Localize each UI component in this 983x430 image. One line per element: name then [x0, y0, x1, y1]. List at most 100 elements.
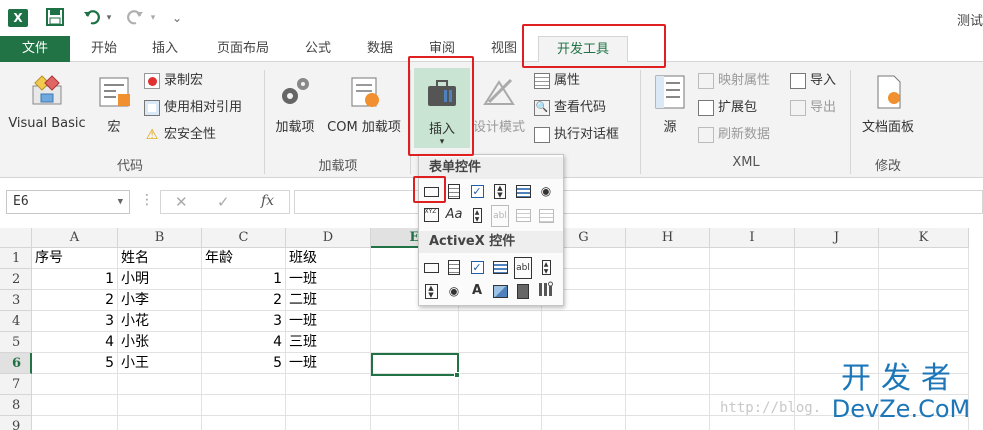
- cell-j5[interactable]: [795, 332, 879, 353]
- cell-k3[interactable]: [879, 290, 969, 311]
- cell-g7[interactable]: [542, 374, 626, 395]
- tab-file[interactable]: 文件: [0, 36, 70, 62]
- cell-i1[interactable]: [710, 248, 795, 269]
- cell-j1[interactable]: [795, 248, 879, 269]
- row-header-4[interactable]: 4: [0, 311, 32, 332]
- active-cell-e6[interactable]: [371, 353, 459, 376]
- column-header-c[interactable]: C: [202, 228, 286, 248]
- activex-checkbox-icon[interactable]: ✓: [467, 257, 487, 277]
- column-header-h[interactable]: H: [626, 228, 710, 248]
- row-header-1[interactable]: 1: [0, 248, 32, 269]
- cell-a5[interactable]: 4: [32, 332, 118, 353]
- column-header-d[interactable]: D: [286, 228, 371, 248]
- cell-c2[interactable]: 1: [202, 269, 286, 290]
- cell-a2[interactable]: 1: [32, 269, 118, 290]
- redo-dropdown-icon[interactable]: ▾: [148, 8, 158, 28]
- cell-e8[interactable]: [371, 395, 459, 416]
- cell-j2[interactable]: [795, 269, 879, 290]
- name-box[interactable]: E6 ▼: [6, 190, 130, 214]
- formula-input[interactable]: [294, 190, 983, 214]
- cell-c5[interactable]: 4: [202, 332, 286, 353]
- cell-i3[interactable]: [710, 290, 795, 311]
- button-control-icon[interactable]: [421, 181, 441, 201]
- cell-a1[interactable]: 序号: [32, 248, 118, 269]
- cell-h5[interactable]: [626, 332, 710, 353]
- activex-text-box-icon[interactable]: abl: [513, 257, 533, 279]
- tab-developer[interactable]: 开发工具: [538, 36, 628, 63]
- insert-controls-button[interactable]: 插入 ▾: [414, 68, 470, 148]
- enter-icon[interactable]: ✓: [217, 193, 230, 211]
- column-header-j[interactable]: J: [795, 228, 879, 248]
- cell-g8[interactable]: [542, 395, 626, 416]
- cell-a4[interactable]: 3: [32, 311, 118, 332]
- cell-c6[interactable]: 5: [202, 353, 286, 374]
- cell-i5[interactable]: [710, 332, 795, 353]
- cell-f6[interactable]: [459, 353, 542, 374]
- cell-h8[interactable]: [626, 395, 710, 416]
- activex-combo-box-icon[interactable]: [444, 257, 464, 277]
- cell-c8[interactable]: [202, 395, 286, 416]
- design-mode-button[interactable]: 设计模式: [470, 72, 528, 135]
- refresh-data-button[interactable]: 刷新数据: [698, 124, 770, 146]
- activex-toggle-button-icon[interactable]: [513, 281, 533, 301]
- list-box-icon[interactable]: [513, 181, 533, 201]
- cell-d9[interactable]: [286, 416, 371, 430]
- cell-h1[interactable]: [626, 248, 710, 269]
- cell-a3[interactable]: 2: [32, 290, 118, 311]
- label-control-icon[interactable]: Aa: [444, 205, 464, 225]
- row-header-5[interactable]: 5: [0, 332, 32, 353]
- fill-handle[interactable]: [454, 372, 460, 378]
- cell-h6[interactable]: [626, 353, 710, 374]
- cell-k4[interactable]: [879, 311, 969, 332]
- record-macro-button[interactable]: 录制宏: [144, 70, 203, 92]
- relative-refs-button[interactable]: 使用相对引用: [144, 97, 242, 119]
- cell-b6[interactable]: 小王: [118, 353, 202, 374]
- group-box-icon[interactable]: XYZ: [421, 205, 441, 225]
- cell-b3[interactable]: 小李: [118, 290, 202, 311]
- tab-review[interactable]: 审阅: [418, 36, 466, 62]
- activex-scroll-bar-icon[interactable]: ▲ ▼: [536, 257, 556, 277]
- cell-g6[interactable]: [542, 353, 626, 374]
- cell-e5[interactable]: [371, 332, 459, 353]
- row-header-8[interactable]: 8: [0, 395, 32, 416]
- cell-i7[interactable]: [710, 374, 795, 395]
- xml-import-button[interactable]: 导入: [790, 70, 836, 92]
- cell-i6[interactable]: [710, 353, 795, 374]
- cell-c7[interactable]: [202, 374, 286, 395]
- cell-d1[interactable]: 班级: [286, 248, 371, 269]
- activex-list-box-icon[interactable]: [490, 257, 510, 277]
- cell-i9[interactable]: [710, 416, 795, 430]
- cell-g4[interactable]: [542, 311, 626, 332]
- cell-c3[interactable]: 2: [202, 290, 286, 311]
- row-header-9[interactable]: 9: [0, 416, 32, 430]
- cell-e4[interactable]: [371, 311, 459, 332]
- tab-home[interactable]: 开始: [80, 36, 128, 62]
- cell-c4[interactable]: 3: [202, 311, 286, 332]
- cell-d6[interactable]: 一班: [286, 353, 371, 374]
- column-header-a[interactable]: A: [32, 228, 118, 248]
- cell-a8[interactable]: [32, 395, 118, 416]
- activex-command-button-icon[interactable]: [421, 257, 441, 277]
- insert-function-icon[interactable]: fx: [261, 193, 274, 209]
- option-button-icon[interactable]: ◉: [536, 181, 556, 201]
- cell-j3[interactable]: [795, 290, 879, 311]
- cell-f7[interactable]: [459, 374, 542, 395]
- run-dialog-button[interactable]: 执行对话框: [534, 124, 619, 146]
- cell-k1[interactable]: [879, 248, 969, 269]
- activex-label-icon[interactable]: A: [467, 281, 487, 301]
- row-header-3[interactable]: 3: [0, 290, 32, 311]
- cell-b7[interactable]: [118, 374, 202, 395]
- cell-f4[interactable]: [459, 311, 542, 332]
- cancel-icon[interactable]: ✕: [175, 193, 188, 211]
- cell-c1[interactable]: 年龄: [202, 248, 286, 269]
- expansion-packs-button[interactable]: 扩展包: [698, 97, 757, 119]
- cell-d5[interactable]: 三班: [286, 332, 371, 353]
- cell-f9[interactable]: [459, 416, 542, 430]
- redo-icon[interactable]: [125, 8, 145, 28]
- row-header-6[interactable]: 6: [0, 353, 32, 374]
- tab-data[interactable]: 数据: [356, 36, 404, 62]
- cell-c9[interactable]: [202, 416, 286, 430]
- cell-f8[interactable]: [459, 395, 542, 416]
- activex-option-button-icon[interactable]: ◉: [444, 281, 464, 301]
- cell-b8[interactable]: [118, 395, 202, 416]
